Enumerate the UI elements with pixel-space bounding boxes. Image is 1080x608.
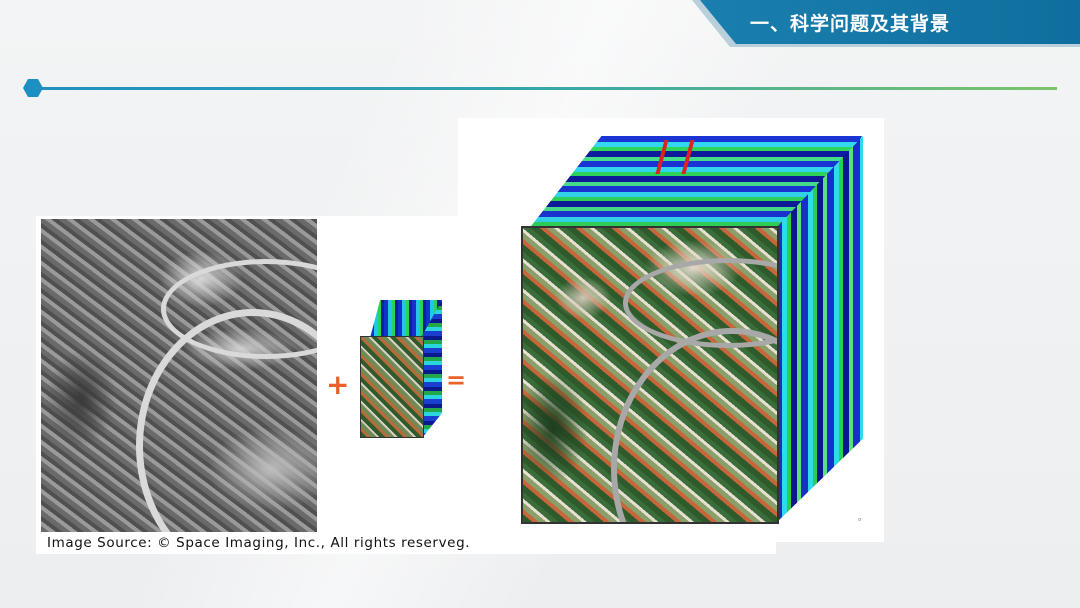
road-curve [623,258,777,348]
panchromatic-aerial-image [41,219,317,532]
cube-front-face [360,336,424,438]
road-curve [611,328,777,522]
plus-sign: + [326,368,350,401]
image-source-caption: Image Source: © Space Imaging, Inc., All… [47,535,471,551]
large-cube-front-aerial-image [521,226,779,524]
equals-sign: = [446,366,467,394]
figure-corner-mark: ▫ [858,514,862,524]
title-divider-line [32,87,1057,90]
section-title: 一、科学问题及其背景 [750,13,951,35]
small-hyperspectral-cube [360,300,442,438]
